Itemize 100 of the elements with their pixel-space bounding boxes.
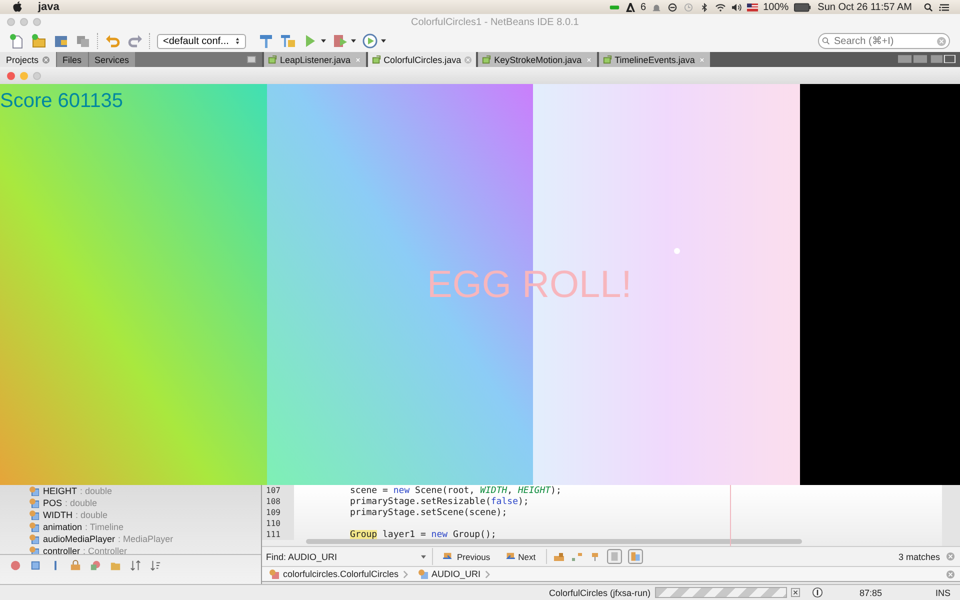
close-icon[interactable] <box>946 552 955 561</box>
close-button[interactable] <box>7 18 15 26</box>
app-menu-title[interactable]: java <box>38 1 60 13</box>
whole-word-icon[interactable] <box>570 552 583 562</box>
java-file-icon <box>482 55 492 64</box>
status-icon[interactable] <box>608 2 620 12</box>
task-label: ColorfulCircles (jfxsa-run) <box>549 588 651 598</box>
caret-icon[interactable] <box>380 39 386 43</box>
blocked-icon[interactable] <box>667 2 678 12</box>
field-icon <box>29 546 39 554</box>
type-label: : double <box>80 486 112 496</box>
chevron-icon <box>402 570 408 578</box>
code-editor[interactable]: 107 scene = new Scene(root, WIDTH, HEIGHT); 108 primaryStage.setResizable(false); 109 primaryStage.setScene(scene); 110 111 Group layer1 = new Group(); <box>262 485 960 546</box>
editor-tab[interactable]: LeapListener.java <box>264 52 366 67</box>
lock-icon[interactable] <box>70 560 81 570</box>
configuration-dropdown[interactable]: <default conf... <box>157 34 246 48</box>
previous-button[interactable]: Previous <box>439 552 494 562</box>
search-field[interactable]: Search (⌘+I) <box>818 33 950 49</box>
navigator-item[interactable]: audioMediaPlayer <box>43 534 116 544</box>
navigator-item[interactable]: animation <box>43 522 82 532</box>
minimize-icon[interactable] <box>247 56 256 63</box>
window-title: ColorfulCircles1 - NetBeans IDE 8.0.1 <box>411 16 579 28</box>
editor-tab[interactable]: ColorfulCircles.java <box>368 52 476 67</box>
highlight-icon[interactable] <box>606 549 622 564</box>
caret-icon[interactable] <box>350 39 356 43</box>
navigator-item[interactable]: POS <box>43 498 62 508</box>
zoom-button[interactable] <box>33 18 41 26</box>
navigator-item[interactable]: WIDTH <box>43 510 72 520</box>
close-icon[interactable] <box>946 570 955 578</box>
sort-icon[interactable] <box>130 560 141 570</box>
line-number: 110 <box>262 518 294 529</box>
panel-tab[interactable]: Projects <box>0 52 56 67</box>
editor-tab[interactable]: KeyStrokeMotion.java <box>478 52 597 67</box>
java-file-icon <box>602 55 612 64</box>
close-icon[interactable] <box>698 56 706 64</box>
type-label: : Controller <box>83 546 128 554</box>
sort-icon[interactable] <box>150 560 161 570</box>
bell-icon[interactable] <box>651 2 662 12</box>
scrollbar[interactable] <box>306 539 802 544</box>
close-icon[interactable] <box>354 56 362 64</box>
java-file-icon <box>372 55 381 64</box>
close-icon[interactable] <box>584 56 593 64</box>
square-icon[interactable] <box>30 560 41 570</box>
adobe-icon[interactable] <box>624 2 636 12</box>
next-button[interactable]: Next <box>500 552 540 562</box>
close-icon[interactable] <box>42 56 50 64</box>
next-icon <box>504 552 516 561</box>
tab-scroll-icon[interactable] <box>898 55 956 63</box>
new-file-icon[interactable] <box>9 33 25 49</box>
notification-icon[interactable] <box>812 587 823 598</box>
caret-icon[interactable] <box>320 39 326 43</box>
navigator-item[interactable]: controller <box>43 546 80 554</box>
clean-build-icon[interactable] <box>280 33 296 49</box>
wrap-icon[interactable] <box>628 549 643 564</box>
redo-icon[interactable] <box>127 33 143 49</box>
zoom-button[interactable] <box>33 72 41 80</box>
caret-position: 87:85 <box>860 588 884 598</box>
menu-bar-clock[interactable]: Sun Oct 26 11:57 AM <box>818 2 912 12</box>
type-label: : MediaPlayer <box>118 534 174 544</box>
panel-tab[interactable]: Files <box>56 52 88 67</box>
minimize-button[interactable] <box>20 18 28 26</box>
flag-icon[interactable] <box>747 2 758 12</box>
field-icon <box>29 510 39 520</box>
wifi-icon[interactable] <box>715 2 726 12</box>
score-text: Score 601135 <box>0 90 124 113</box>
clock-icon[interactable] <box>683 2 694 12</box>
field-icon <box>29 498 39 508</box>
notification-count: 6 <box>640 2 646 12</box>
volume-icon[interactable] <box>731 2 742 12</box>
cancel-icon[interactable] <box>790 588 800 597</box>
breadcrumb-item[interactable]: AUDIO_URI <box>432 569 481 579</box>
panel-tab[interactable]: Services <box>88 52 136 67</box>
filter-icon[interactable] <box>10 560 21 570</box>
new-folder-icon[interactable] <box>31 33 47 49</box>
breadcrumb-item[interactable]: colorfulcircles.ColorfulCircles <box>283 569 399 579</box>
code-line: primaryStage.setResizable(false); <box>350 496 529 506</box>
type-label: : double <box>76 510 108 520</box>
clear-icon[interactable] <box>937 36 946 46</box>
editor-tab[interactable]: TimelineEvents.java <box>598 52 710 67</box>
close-icon[interactable] <box>464 56 472 64</box>
profile-icon[interactable] <box>362 33 378 49</box>
close-button[interactable] <box>7 72 15 80</box>
apple-icon[interactable] <box>12 1 23 13</box>
find-field[interactable]: Find: AUDIO_URI <box>266 548 433 565</box>
open-folder-icon[interactable] <box>53 33 69 49</box>
field-icon <box>29 534 39 544</box>
insert-mode: INS <box>936 588 951 598</box>
navigator-item[interactable]: HEIGHT <box>43 486 78 496</box>
close-project-icon[interactable] <box>75 33 91 49</box>
match-count: 3 matches <box>898 552 940 562</box>
field-icon <box>418 569 428 579</box>
match-case-icon[interactable] <box>552 552 565 562</box>
list-icon[interactable] <box>939 2 950 12</box>
search-icon[interactable] <box>923 2 934 12</box>
hammer-icon[interactable] <box>258 33 274 49</box>
chevron-icon <box>484 570 490 578</box>
undo-icon[interactable] <box>105 33 121 49</box>
battery-icon[interactable] <box>794 2 811 12</box>
dropdown-icon[interactable] <box>421 554 426 558</box>
shapes-icon[interactable] <box>90 560 101 570</box>
